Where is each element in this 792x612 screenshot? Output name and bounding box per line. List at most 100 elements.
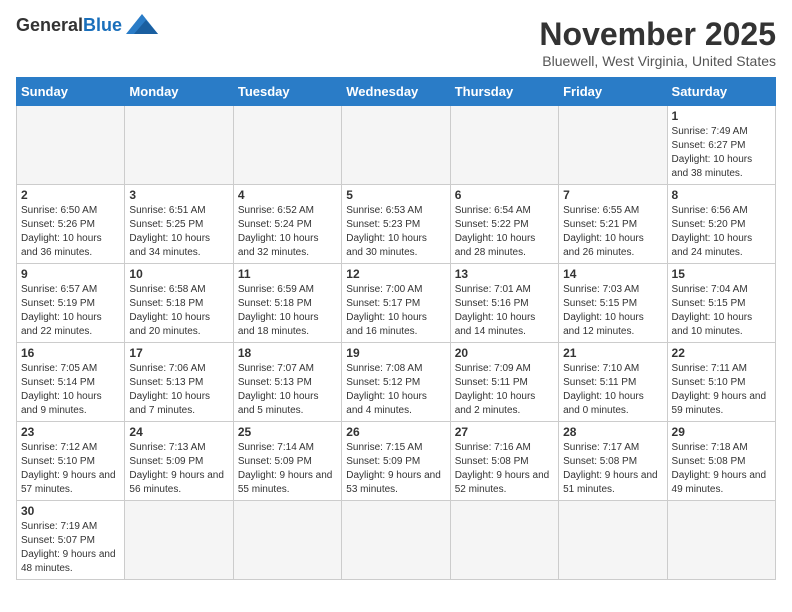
calendar-cell <box>125 501 233 580</box>
calendar-cell: 29 Sunrise: 7:18 AM Sunset: 5:08 PM Dayli… <box>667 422 775 501</box>
day-number: 22 <box>672 346 771 360</box>
day-info: Sunrise: 7:18 AM Sunset: 5:08 PM Dayligh… <box>672 441 771 497</box>
day-info: Sunrise: 7:17 AM Sunset: 5:08 PM Dayligh… <box>563 441 662 497</box>
day-info: Sunrise: 7:14 AM Sunset: 5:09 PM Dayligh… <box>238 441 337 497</box>
calendar-cell: 22Sunrise: 7:11 AM Sunset: 5:10 PM Dayli… <box>667 343 775 422</box>
header-monday: Monday <box>125 78 233 106</box>
calendar-row: 16 Sunrise: 7:05 AM Sunset: 5:14 PM Dayli… <box>17 343 776 422</box>
calendar-cell: 21Sunrise: 7:10 AM Sunset: 5:11 PM Dayli… <box>559 343 667 422</box>
day-number: 16 <box>21 346 120 360</box>
calendar-row: 23Sunrise: 7:12 AM Sunset: 5:10 PM Dayli… <box>17 422 776 501</box>
day-info: Sunrise: 7:03 AM Sunset: 5:15 PM Dayligh… <box>563 283 662 339</box>
calendar-cell <box>17 106 125 185</box>
day-number: 24 <box>129 425 228 439</box>
day-number: 23 <box>21 425 120 439</box>
day-number: 27 <box>455 425 554 439</box>
day-number: 28 <box>563 425 662 439</box>
calendar-cell: 27 Sunrise: 7:16 AM Sunset: 5:08 PM Dayli… <box>450 422 558 501</box>
day-info: Sunrise: 6:54 AM Sunset: 5:22 PM Dayligh… <box>455 204 554 260</box>
calendar-cell: 20 Sunrise: 7:09 AM Sunset: 5:11 PM Dayli… <box>450 343 558 422</box>
day-info: Sunrise: 7:09 AM Sunset: 5:11 PM Dayligh… <box>455 362 554 418</box>
calendar-row: 30Sunrise: 7:19 AM Sunset: 5:07 PM Dayli… <box>17 501 776 580</box>
calendar-cell: 10 Sunrise: 6:58 AM Sunset: 5:18 PM Dayli… <box>125 264 233 343</box>
title-block: November 2025 Bluewell, West Virginia, U… <box>539 16 776 69</box>
calendar-cell: 3 Sunrise: 6:51 AM Sunset: 5:25 PM Daylig… <box>125 185 233 264</box>
calendar-cell: 5Sunrise: 6:53 AM Sunset: 5:23 PM Daylig… <box>342 185 450 264</box>
calendar-cell <box>559 106 667 185</box>
day-number: 8 <box>672 188 771 202</box>
calendar-cell: 4Sunrise: 6:52 AM Sunset: 5:24 PM Daylig… <box>233 185 341 264</box>
calendar-cell <box>233 501 341 580</box>
logo: GeneralBlue <box>16 16 158 34</box>
day-info: Sunrise: 7:06 AM Sunset: 5:13 PM Dayligh… <box>129 362 228 418</box>
day-number: 25 <box>238 425 337 439</box>
calendar-cell <box>450 501 558 580</box>
calendar-cell: 11Sunrise: 6:59 AM Sunset: 5:18 PM Dayli… <box>233 264 341 343</box>
header-wednesday: Wednesday <box>342 78 450 106</box>
day-info: Sunrise: 7:04 AM Sunset: 5:15 PM Dayligh… <box>672 283 771 339</box>
calendar-cell: 24Sunrise: 7:13 AM Sunset: 5:09 PM Dayli… <box>125 422 233 501</box>
day-number: 29 <box>672 425 771 439</box>
day-number: 4 <box>238 188 337 202</box>
header-saturday: Saturday <box>667 78 775 106</box>
day-info: Sunrise: 7:10 AM Sunset: 5:11 PM Dayligh… <box>563 362 662 418</box>
day-number: 3 <box>129 188 228 202</box>
calendar-cell: 9Sunrise: 6:57 AM Sunset: 5:19 PM Daylig… <box>17 264 125 343</box>
calendar-cell: 19Sunrise: 7:08 AM Sunset: 5:12 PM Dayli… <box>342 343 450 422</box>
day-number: 20 <box>455 346 554 360</box>
day-number: 1 <box>672 109 771 123</box>
calendar-cell <box>559 501 667 580</box>
logo-icon <box>126 14 158 34</box>
calendar-cell: 1 Sunrise: 7:49 AM Sunset: 6:27 PM Daylig… <box>667 106 775 185</box>
day-info: Sunrise: 7:00 AM Sunset: 5:17 PM Dayligh… <box>346 283 445 339</box>
day-info: Sunrise: 6:55 AM Sunset: 5:21 PM Dayligh… <box>563 204 662 260</box>
calendar-row: 1 Sunrise: 7:49 AM Sunset: 6:27 PM Daylig… <box>17 106 776 185</box>
calendar-cell <box>342 106 450 185</box>
calendar-cell: 6 Sunrise: 6:54 AM Sunset: 5:22 PM Daylig… <box>450 185 558 264</box>
day-info: Sunrise: 6:58 AM Sunset: 5:18 PM Dayligh… <box>129 283 228 339</box>
calendar-cell: 7Sunrise: 6:55 AM Sunset: 5:21 PM Daylig… <box>559 185 667 264</box>
calendar-cell: 16 Sunrise: 7:05 AM Sunset: 5:14 PM Dayli… <box>17 343 125 422</box>
day-number: 2 <box>21 188 120 202</box>
day-info: Sunrise: 6:50 AM Sunset: 5:26 PM Dayligh… <box>21 204 120 260</box>
day-info: Sunrise: 6:51 AM Sunset: 5:25 PM Dayligh… <box>129 204 228 260</box>
day-number: 19 <box>346 346 445 360</box>
calendar-cell: 28 Sunrise: 7:17 AM Sunset: 5:08 PM Dayli… <box>559 422 667 501</box>
day-info: Sunrise: 7:01 AM Sunset: 5:16 PM Dayligh… <box>455 283 554 339</box>
day-number: 9 <box>21 267 120 281</box>
location: Bluewell, West Virginia, United States <box>539 53 776 69</box>
calendar-cell <box>667 501 775 580</box>
calendar-cell: 15 Sunrise: 7:04 AM Sunset: 5:15 PM Dayli… <box>667 264 775 343</box>
calendar-cell: 25 Sunrise: 7:14 AM Sunset: 5:09 PM Dayli… <box>233 422 341 501</box>
calendar-cell: 18Sunrise: 7:07 AM Sunset: 5:13 PM Dayli… <box>233 343 341 422</box>
day-info: Sunrise: 7:05 AM Sunset: 5:14 PM Dayligh… <box>21 362 120 418</box>
day-info: Sunrise: 7:15 AM Sunset: 5:09 PM Dayligh… <box>346 441 445 497</box>
day-number: 6 <box>455 188 554 202</box>
day-info: Sunrise: 7:49 AM Sunset: 6:27 PM Dayligh… <box>672 125 771 181</box>
weekday-header-row: Sunday Monday Tuesday Wednesday Thursday… <box>17 78 776 106</box>
day-number: 10 <box>129 267 228 281</box>
day-info: Sunrise: 7:07 AM Sunset: 5:13 PM Dayligh… <box>238 362 337 418</box>
day-number: 12 <box>346 267 445 281</box>
header-friday: Friday <box>559 78 667 106</box>
calendar-cell: 26Sunrise: 7:15 AM Sunset: 5:09 PM Dayli… <box>342 422 450 501</box>
day-number: 14 <box>563 267 662 281</box>
calendar-row: 2 Sunrise: 6:50 AM Sunset: 5:26 PM Daylig… <box>17 185 776 264</box>
calendar-cell <box>342 501 450 580</box>
calendar-cell: 2 Sunrise: 6:50 AM Sunset: 5:26 PM Daylig… <box>17 185 125 264</box>
day-info: Sunrise: 7:16 AM Sunset: 5:08 PM Dayligh… <box>455 441 554 497</box>
month-title: November 2025 <box>539 16 776 53</box>
day-info: Sunrise: 6:56 AM Sunset: 5:20 PM Dayligh… <box>672 204 771 260</box>
calendar-cell: 8 Sunrise: 6:56 AM Sunset: 5:20 PM Daylig… <box>667 185 775 264</box>
page-header: GeneralBlue November 2025 Bluewell, West… <box>16 16 776 69</box>
calendar-table: Sunday Monday Tuesday Wednesday Thursday… <box>16 77 776 580</box>
day-number: 11 <box>238 267 337 281</box>
day-info: Sunrise: 7:19 AM Sunset: 5:07 PM Dayligh… <box>21 520 120 576</box>
calendar-cell: 12 Sunrise: 7:00 AM Sunset: 5:17 PM Dayli… <box>342 264 450 343</box>
calendar-cell <box>233 106 341 185</box>
day-number: 17 <box>129 346 228 360</box>
day-number: 15 <box>672 267 771 281</box>
calendar-row: 9Sunrise: 6:57 AM Sunset: 5:19 PM Daylig… <box>17 264 776 343</box>
logo-text: GeneralBlue <box>16 16 122 34</box>
day-number: 5 <box>346 188 445 202</box>
